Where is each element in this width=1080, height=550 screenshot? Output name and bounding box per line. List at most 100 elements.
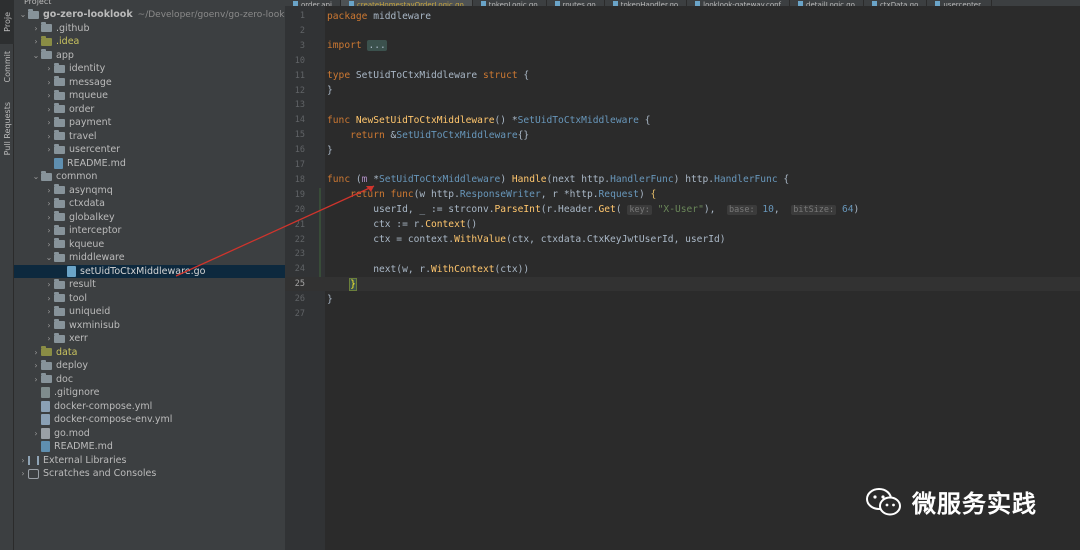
tree-item[interactable]: › .github xyxy=(14,22,285,36)
code-line[interactable]: 17 xyxy=(285,158,1080,172)
tree-item[interactable]: › Scratches and Consoles xyxy=(14,467,285,481)
code-line[interactable]: 27 xyxy=(285,307,1080,321)
chevron-right-icon[interactable]: › xyxy=(44,118,54,127)
tree-item[interactable]: › deploy xyxy=(14,359,285,373)
chevron-right-icon[interactable]: › xyxy=(31,375,41,384)
chevron-right-icon[interactable]: › xyxy=(31,24,41,33)
chevron-right-icon[interactable]: › xyxy=(31,361,41,370)
tree-item[interactable]: › kqueue xyxy=(14,238,285,252)
editor-tab[interactable]: ctxData.go xyxy=(864,0,928,6)
tree-item[interactable]: › result xyxy=(14,278,285,292)
editor-tab[interactable]: usercenter. xyxy=(927,0,992,6)
tree-item[interactable]: › order xyxy=(14,103,285,117)
chevron-right-icon[interactable]: › xyxy=(44,294,54,303)
tree-item[interactable]: › External Libraries xyxy=(14,454,285,468)
tree-item[interactable]: › usercenter xyxy=(14,143,285,157)
chevron-right-icon[interactable]: › xyxy=(44,199,54,208)
tree-item[interactable]: › doc xyxy=(14,373,285,387)
chevron-down-icon[interactable]: ⌄ xyxy=(18,10,28,19)
chevron-right-icon[interactable]: › xyxy=(44,132,54,141)
chevron-right-icon[interactable]: › xyxy=(18,469,28,478)
tree-item[interactable]: docker-compose-env.yml xyxy=(14,413,285,427)
chevron-right-icon[interactable]: › xyxy=(18,456,28,465)
line-number: 14 xyxy=(294,115,305,126)
tree-item[interactable]: setUidToCtxMiddleware.go xyxy=(14,264,285,278)
code-line[interactable]: 22 ctx = context.WithValue(ctx, ctxdata.… xyxy=(285,233,1080,247)
chevron-right-icon[interactable]: › xyxy=(44,64,54,73)
tree-item[interactable]: › .idea xyxy=(14,35,285,49)
chevron-right-icon[interactable]: › xyxy=(44,280,54,289)
editor-tab[interactable]: routes.go xyxy=(547,0,605,6)
chevron-right-icon[interactable]: › xyxy=(44,226,54,235)
editor-tab[interactable]: tokenHandler.go xyxy=(605,0,688,6)
tree-item[interactable]: › message xyxy=(14,76,285,90)
tree-item[interactable]: › travel xyxy=(14,130,285,144)
editor-tab[interactable]: tokenLogic.go xyxy=(473,0,547,6)
chevron-right-icon[interactable]: › xyxy=(31,348,41,357)
tree-item[interactable]: › tool xyxy=(14,292,285,306)
chevron-right-icon[interactable]: › xyxy=(44,213,54,222)
chevron-right-icon[interactable]: › xyxy=(44,78,54,87)
chevron-down-icon[interactable]: ⌄ xyxy=(31,51,41,60)
chevron-right-icon[interactable]: › xyxy=(44,321,54,330)
chevron-right-icon[interactable]: › xyxy=(44,105,54,114)
code-line[interactable]: 24 next(w, r.WithContext(ctx)) xyxy=(285,262,1080,276)
tree-item[interactable]: ⌄ go-zero-looklook ~/Developer/goenv/go-ze… xyxy=(14,8,285,22)
chevron-right-icon[interactable]: › xyxy=(44,186,54,195)
tree-item[interactable]: › xerr xyxy=(14,332,285,346)
code-line[interactable]: 23 xyxy=(285,247,1080,261)
tree-item[interactable]: README.md xyxy=(14,157,285,171)
code-line[interactable]: 16} xyxy=(285,143,1080,157)
tree-item[interactable]: .gitignore xyxy=(14,386,285,400)
tree-item[interactable]: › go.mod xyxy=(14,427,285,441)
editor-tab[interactable]: looklook-gateway.conf xyxy=(687,0,791,6)
code-line[interactable]: 20 userId, _ := strconv.ParseInt(r.Heade… xyxy=(285,203,1080,217)
tree-item[interactable]: ⌄ middleware xyxy=(14,251,285,265)
tool-tab-pull-requests[interactable]: Pull Requests xyxy=(0,96,14,162)
tree-item[interactable]: › mqueue xyxy=(14,89,285,103)
editor-tab[interactable]: createHomestayOrderLogic.go xyxy=(340,0,473,6)
chevron-down-icon[interactable]: ⌄ xyxy=(44,253,54,262)
code-line[interactable]: 11 type SetUidToCtxMiddleware struct { xyxy=(285,69,1080,83)
chevron-right-icon[interactable]: › xyxy=(44,240,54,249)
tree-item[interactable]: docker-compose.yml xyxy=(14,400,285,414)
code-line[interactable]: 10 xyxy=(285,54,1080,68)
code-line[interactable]: 21 ctx := r.Context() xyxy=(285,218,1080,232)
tree-item[interactable]: ⌄ app xyxy=(14,49,285,63)
tree-item[interactable]: › data xyxy=(14,346,285,360)
tree-item[interactable]: › interceptor xyxy=(14,224,285,238)
chevron-right-icon[interactable]: › xyxy=(44,91,54,100)
chevron-right-icon[interactable]: › xyxy=(31,429,41,438)
tree-item[interactable]: › payment xyxy=(14,116,285,130)
markdown-file-icon xyxy=(54,157,63,169)
editor-tab[interactable]: detailLogic.go xyxy=(790,0,864,6)
code-line[interactable]: 13 xyxy=(285,98,1080,112)
chevron-right-icon[interactable]: › xyxy=(44,334,54,343)
tree-item-label: common xyxy=(56,171,98,183)
code-line[interactable]: 26} xyxy=(285,292,1080,306)
chevron-right-icon[interactable]: › xyxy=(44,307,54,316)
code-line[interactable]: 18 func (m *SetUidToCtxMiddleware) Handle… xyxy=(285,173,1080,187)
tree-item[interactable]: › asynqmq xyxy=(14,184,285,198)
code-line[interactable]: 14 func NewSetUidToCtxMiddleware() *SetUi… xyxy=(285,113,1080,127)
tree-item[interactable]: › uniqueid xyxy=(14,305,285,319)
code-line[interactable]: 2 xyxy=(285,24,1080,38)
code-line[interactable]: 19 return func(w http.ResponseWriter, r … xyxy=(285,188,1080,202)
tool-tab-project[interactable]: Proje xyxy=(0,0,14,44)
code-line[interactable]: 12} xyxy=(285,84,1080,98)
tree-item[interactable]: README.md xyxy=(14,440,285,454)
tree-item[interactable]: › globalkey xyxy=(14,211,285,225)
tree-item[interactable]: ⌄ common xyxy=(14,170,285,184)
chevron-right-icon[interactable]: › xyxy=(31,37,41,46)
code-line[interactable]: 25 } xyxy=(285,277,1080,292)
tree-item[interactable]: › wxminisub xyxy=(14,319,285,333)
code-line[interactable]: 1 package middleware xyxy=(285,9,1080,23)
tree-item[interactable]: › identity xyxy=(14,62,285,76)
tree-item[interactable]: › ctxdata xyxy=(14,197,285,211)
chevron-right-icon[interactable]: › xyxy=(44,145,54,154)
code-line[interactable]: 3 import ... xyxy=(285,39,1080,53)
code-line[interactable]: 15 return &SetUidToCtxMiddleware{} xyxy=(285,128,1080,142)
chevron-down-icon[interactable]: ⌄ xyxy=(31,172,41,181)
code-editor[interactable]: order.api createHomestayOrderLogic.go toke… xyxy=(285,0,1080,550)
tool-tab-commit[interactable]: Commit xyxy=(0,44,14,90)
